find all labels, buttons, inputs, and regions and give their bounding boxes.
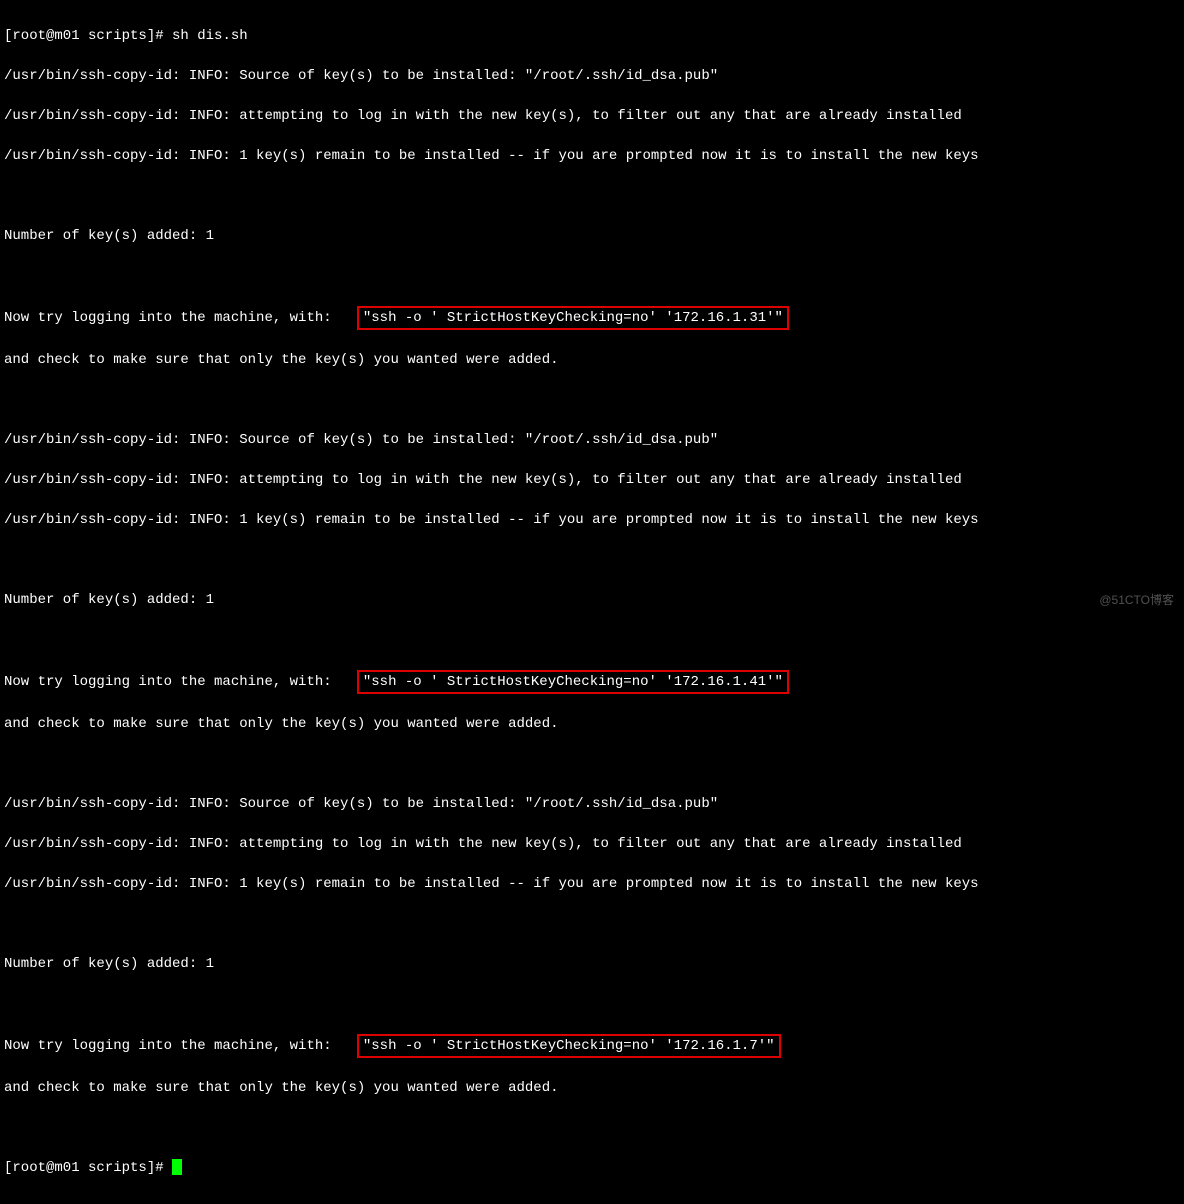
output-line: /usr/bin/ssh-copy-id: INFO: Source of ke… <box>4 794 1180 814</box>
output-line: Number of key(s) added: 1 <box>4 590 1180 610</box>
output-line: /usr/bin/ssh-copy-id: INFO: 1 key(s) rem… <box>4 874 1180 894</box>
output-line: Number of key(s) added: 1 <box>4 954 1180 974</box>
output-line: Now try logging into the machine, with: … <box>4 1034 1180 1058</box>
output-line: Now try logging into the machine, with: … <box>4 306 1180 330</box>
try-prefix: Now try logging into the machine, with: <box>4 674 357 690</box>
prompt-line: [root@m01 scripts]# <box>4 1158 1180 1178</box>
blank-line <box>4 550 1180 570</box>
terminal-output[interactable]: [root@m01 scripts]# sh dis.sh /usr/bin/s… <box>0 0 1184 1204</box>
blank-line <box>4 994 1180 1014</box>
output-line: /usr/bin/ssh-copy-id: INFO: attempting t… <box>4 470 1180 490</box>
prompt-line: [root@m01 scripts]# sh dis.sh <box>4 26 1180 46</box>
output-line: /usr/bin/ssh-copy-id: INFO: Source of ke… <box>4 66 1180 86</box>
output-line: and check to make sure that only the key… <box>4 350 1180 370</box>
output-line: /usr/bin/ssh-copy-id: INFO: Source of ke… <box>4 430 1180 450</box>
highlight-box: "ssh -o ' StrictHostKeyChecking=no' '172… <box>357 670 789 694</box>
blank-line <box>4 630 1180 650</box>
blank-line <box>4 1118 1180 1138</box>
highlight-box: "ssh -o ' StrictHostKeyChecking=no' '172… <box>357 1034 781 1058</box>
highlight-box: "ssh -o ' StrictHostKeyChecking=no' '172… <box>357 306 789 330</box>
shell-prompt: [root@m01 scripts]# <box>4 1160 172 1176</box>
output-line: and check to make sure that only the key… <box>4 714 1180 734</box>
watermark-text: @51CTO博客 <box>1099 590 1174 610</box>
blank-line <box>4 266 1180 286</box>
cursor-icon <box>172 1159 182 1175</box>
output-line: and check to make sure that only the key… <box>4 1078 1180 1098</box>
output-line: /usr/bin/ssh-copy-id: INFO: attempting t… <box>4 834 1180 854</box>
blank-line <box>4 186 1180 206</box>
output-line: /usr/bin/ssh-copy-id: INFO: 1 key(s) rem… <box>4 510 1180 530</box>
try-prefix: Now try logging into the machine, with: <box>4 310 357 326</box>
command-text: sh dis.sh <box>172 28 248 44</box>
output-line: /usr/bin/ssh-copy-id: INFO: attempting t… <box>4 106 1180 126</box>
output-line: Number of key(s) added: 1 <box>4 226 1180 246</box>
try-prefix: Now try logging into the machine, with: <box>4 1038 357 1054</box>
output-line: Now try logging into the machine, with: … <box>4 670 1180 694</box>
shell-prompt: [root@m01 scripts]# <box>4 28 172 44</box>
blank-line <box>4 390 1180 410</box>
blank-line <box>4 754 1180 774</box>
blank-line <box>4 914 1180 934</box>
output-line: /usr/bin/ssh-copy-id: INFO: 1 key(s) rem… <box>4 146 1180 166</box>
